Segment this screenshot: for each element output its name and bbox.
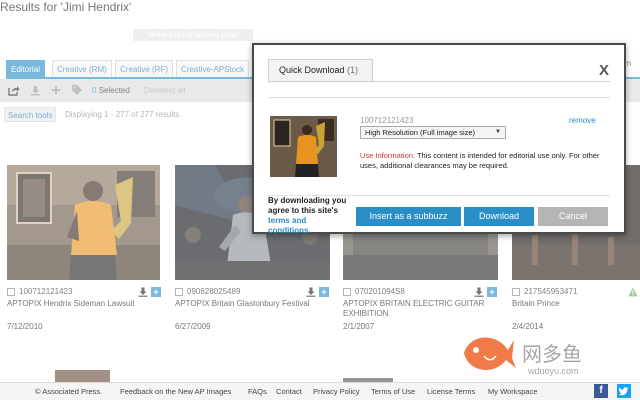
card-date: 2/1/2007 — [343, 322, 375, 331]
footer-link-my-workspace[interactable]: My Workspace — [488, 387, 537, 396]
card-date: 6/27/2009 — [175, 322, 211, 331]
cancel-button[interactable]: Cancel — [538, 207, 608, 226]
plus-icon[interactable]: + — [487, 287, 497, 297]
footer-link-privacy[interactable]: Privacy Policy — [313, 387, 360, 396]
card-id: 090628025489 — [187, 287, 241, 296]
footer-copyright: © Associated Press. — [35, 387, 103, 396]
download-icon[interactable] — [306, 287, 316, 297]
selected-label: Selected — [98, 86, 130, 95]
deselect-all-link[interactable]: Deselect all — [144, 86, 185, 95]
download-icon[interactable] — [474, 287, 484, 297]
card-id: 217545953471 — [524, 287, 578, 296]
card-id-row: 100712121423 + — [7, 287, 162, 299]
quick-download-tab-label: Quick Download — [279, 65, 345, 75]
share-icon[interactable] — [8, 84, 20, 96]
card-id-row: 090628025489 + — [175, 287, 330, 299]
next-row-thumbnail[interactable] — [55, 370, 110, 382]
footer-link-terms-of-use[interactable]: Terms of Use — [371, 387, 415, 396]
remove-link[interactable]: remove — [569, 116, 596, 125]
tag-icon[interactable] — [71, 84, 83, 96]
card-title[interactable]: APTOPIX Britain Glastonbury Festival — [175, 299, 330, 309]
result-thumbnail[interactable] — [7, 165, 160, 280]
dropdown-arrow-icon: ▼ — [495, 129, 501, 135]
select-checkbox[interactable] — [512, 288, 520, 296]
card-id: 100712121423 — [19, 287, 73, 296]
use-information: Use Information: This content is intende… — [360, 151, 610, 171]
quick-download-modal: Quick Download (1) X 100712121423 remove… — [252, 43, 626, 236]
download-icon[interactable] — [29, 84, 41, 96]
card-date: 2/4/2014 — [512, 322, 544, 331]
results-count: Displaying 1 - 277 of 277 results — [65, 110, 180, 119]
watermark-text: 网多鱼 — [522, 344, 582, 366]
footer-link-feedback[interactable]: Feedback on the New AP Images — [120, 387, 231, 396]
download-button[interactable]: Download — [464, 207, 534, 226]
fish-logo-icon — [464, 337, 516, 370]
footer-link-faqs[interactable]: FAQs — [248, 387, 267, 396]
download-icon[interactable] — [138, 287, 148, 297]
quick-download-count: (1) — [347, 65, 359, 75]
search-tools-button[interactable]: Search tools — [4, 107, 57, 122]
plus-icon[interactable]: + — [319, 287, 329, 297]
tab-creative-apstock[interactable]: Creative-APStock — [176, 60, 250, 78]
terms-agreement-text: By downloading you agree to this site's — [268, 196, 347, 215]
selected-number: 0 — [92, 86, 97, 95]
tab-creative-rf[interactable]: Creative (RF) — [115, 60, 174, 78]
select-checkbox[interactable] — [7, 288, 15, 296]
card-id-row: 070201094S8 + — [343, 287, 498, 299]
use-information-label: Use Information: — [360, 151, 416, 160]
close-icon[interactable]: X — [599, 62, 609, 79]
card-date: 7/12/2010 — [7, 322, 43, 331]
modal-thumbnail — [270, 116, 337, 177]
modal-tab-divider — [268, 81, 610, 82]
plus-icon[interactable] — [50, 84, 62, 96]
insert-subbuzz-button[interactable]: Insert as a subbuzz — [356, 207, 461, 226]
footer-link-license-terms[interactable]: License Terms — [427, 387, 475, 396]
page-title: Results for 'Jimi Hendrix' — [0, 0, 132, 14]
card-title[interactable]: Britain Prince — [512, 299, 637, 309]
tab-creative-rm[interactable]: Creative (RM) — [52, 60, 112, 78]
select-checkbox[interactable] — [175, 288, 183, 296]
warning-icon — [628, 287, 638, 297]
selected-count: 0 Selected — [92, 86, 130, 95]
footer-link-contact[interactable]: Contact — [276, 387, 302, 396]
card-id: 070201094S8 — [355, 287, 405, 296]
terms-agreement: By downloading you agree to this site's … — [268, 196, 350, 236]
twitter-icon[interactable] — [617, 384, 631, 398]
facebook-icon[interactable]: f — [594, 384, 608, 398]
watermark-url: wduoyu.com — [528, 366, 579, 376]
card-id-row: 217545953471 — [512, 287, 640, 299]
card-title[interactable]: APTOPIX Hendrix Sideman Lawsuit — [7, 299, 162, 309]
terms-link[interactable]: terms and conditions. — [268, 216, 311, 235]
plus-icon[interactable]: + — [151, 287, 161, 297]
resolution-selected-value: High Resolution (Full image size) — [365, 128, 476, 137]
landing-page-link[interactable]: Make this my landing page — [133, 29, 253, 41]
resolution-select[interactable]: High Resolution (Full image size) ▼ — [360, 126, 506, 139]
modal-divider — [268, 97, 610, 98]
quick-download-tab[interactable]: Quick Download (1) — [268, 59, 373, 82]
tab-editorial[interactable]: Editorial — [6, 60, 45, 78]
card-title[interactable]: APTOPIX BRITAIN ELECTRIC GUITAR EXHIBITI… — [343, 299, 498, 319]
modal-item-id: 100712121423 — [360, 116, 414, 125]
result-card: 100712121423 + APTOPIX Hendrix Sideman L… — [7, 165, 167, 335]
select-checkbox[interactable] — [343, 288, 351, 296]
